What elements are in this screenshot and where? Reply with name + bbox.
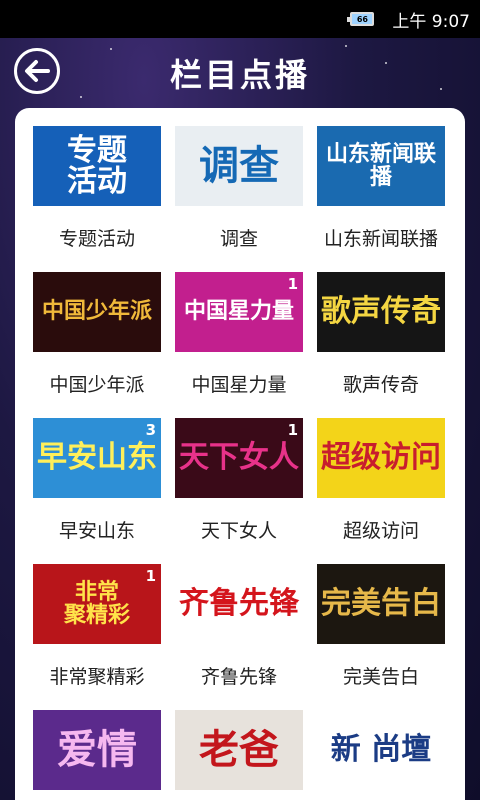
program-label: 调查	[219, 228, 258, 250]
program-tile[interactable]: 齐鲁先锋 齐鲁先锋	[175, 564, 303, 694]
program-tile[interactable]: 调查 调查	[175, 126, 303, 256]
program-tile[interactable]: 中国星力量 1 中国星力量	[175, 272, 303, 402]
episode-count-badge: 1	[287, 421, 298, 439]
program-thumbnail-logo: 完美告白	[321, 586, 441, 622]
program-thumbnail[interactable]: 爱情	[33, 710, 161, 790]
program-thumbnail-logo: 爱情	[57, 727, 137, 773]
program-thumbnail-logo: 中国星力量	[183, 299, 294, 325]
program-thumbnail-logo: 新 尚壇	[330, 732, 432, 768]
program-thumbnail-logo: 老爸	[199, 727, 279, 773]
program-tile[interactable]: 中国少年派 中国少年派	[33, 272, 161, 402]
program-label: 超级访问	[342, 520, 419, 542]
program-tile[interactable]: 完美告白 完美告白	[317, 564, 445, 694]
program-tile[interactable]: 歌声传奇 歌声传奇	[317, 272, 445, 402]
status-time: 上午 9:07	[392, 11, 470, 32]
program-label: 中国星力量	[191, 374, 287, 396]
program-thumbnail-logo: 齐鲁先锋	[179, 586, 299, 622]
program-thumbnail[interactable]: 早安山东 3	[33, 418, 161, 498]
program-thumbnail-logo: 歌声传奇	[321, 294, 441, 330]
program-label: 歌声传奇	[342, 374, 419, 396]
program-thumbnail[interactable]: 超级访问	[317, 418, 445, 498]
program-thumbnail-logo: 超级访问	[321, 440, 441, 476]
program-thumbnail[interactable]: 老爸	[175, 710, 303, 790]
program-thumbnail-logo: 专题 活动	[67, 132, 127, 199]
program-tile[interactable]: 爱情	[33, 710, 161, 800]
battery-level: 66	[356, 14, 368, 24]
program-thumbnail-logo: 调查	[199, 143, 279, 189]
program-label: 非常聚精彩	[49, 666, 145, 688]
program-thumbnail[interactable]: 天下女人 1	[175, 418, 303, 498]
program-thumbnail[interactable]: 专题 活动	[33, 126, 161, 206]
program-tile[interactable]: 天下女人 1 天下女人	[175, 418, 303, 548]
page-title: 栏目点播	[169, 56, 310, 94]
program-tile[interactable]: 专题 活动 专题活动	[33, 126, 161, 256]
program-thumbnail-logo: 山东新闻联播	[325, 141, 436, 190]
program-thumbnail[interactable]: 中国星力量 1	[175, 272, 303, 352]
program-tile[interactable]: 山东新闻联播 山东新闻联播	[317, 126, 445, 256]
episode-count-badge: 1	[287, 275, 298, 293]
back-button[interactable]	[14, 48, 60, 94]
program-label: 完美告白	[342, 666, 419, 688]
program-tile[interactable]: 早安山东 3 早安山东	[33, 418, 161, 548]
program-label: 早安山东	[58, 520, 135, 542]
program-tile[interactable]: 超级访问 超级访问	[317, 418, 445, 548]
program-thumbnail-logo: 天下女人	[179, 440, 299, 476]
program-thumbnail[interactable]: 非常 聚精彩 1	[33, 564, 161, 644]
program-thumbnail[interactable]: 齐鲁先锋	[175, 564, 303, 644]
program-label: 专题活动	[58, 228, 135, 250]
program-thumbnail[interactable]: 完美告白	[317, 564, 445, 644]
program-thumbnail-logo: 早安山东	[37, 440, 157, 476]
program-thumbnail[interactable]: 中国少年派	[33, 272, 161, 352]
status-bar: 66 上午 9:07	[0, 0, 480, 38]
program-thumbnail[interactable]: 调查	[175, 126, 303, 206]
program-label: 天下女人	[200, 520, 277, 542]
program-thumbnail[interactable]: 山东新闻联播	[317, 126, 445, 206]
program-label: 中国少年派	[49, 374, 145, 396]
header: 栏目点播	[0, 38, 480, 108]
program-label: 山东新闻联播	[323, 228, 438, 250]
arrow-left-icon	[25, 60, 50, 82]
episode-count-badge: 1	[145, 567, 156, 585]
program-thumbnail[interactable]: 新 尚壇	[317, 710, 445, 790]
program-thumbnail-logo: 非常 聚精彩	[63, 579, 130, 628]
program-tile[interactable]: 非常 聚精彩 1 非常聚精彩	[33, 564, 161, 694]
program-tile[interactable]: 新 尚壇	[317, 710, 445, 800]
program-thumbnail-logo: 中国少年派	[41, 299, 152, 325]
program-tile[interactable]: 老爸	[175, 710, 303, 800]
program-grid-card: 专题 活动 专题活动 调查 调查 山东新闻联播 山东新闻联播 中国少年派 中国少年派 中国星力量…	[15, 108, 465, 800]
battery-icon: 66	[347, 12, 375, 26]
episode-count-badge: 3	[145, 421, 156, 439]
program-label: 齐鲁先锋	[200, 666, 277, 688]
program-thumbnail[interactable]: 歌声传奇	[317, 272, 445, 352]
